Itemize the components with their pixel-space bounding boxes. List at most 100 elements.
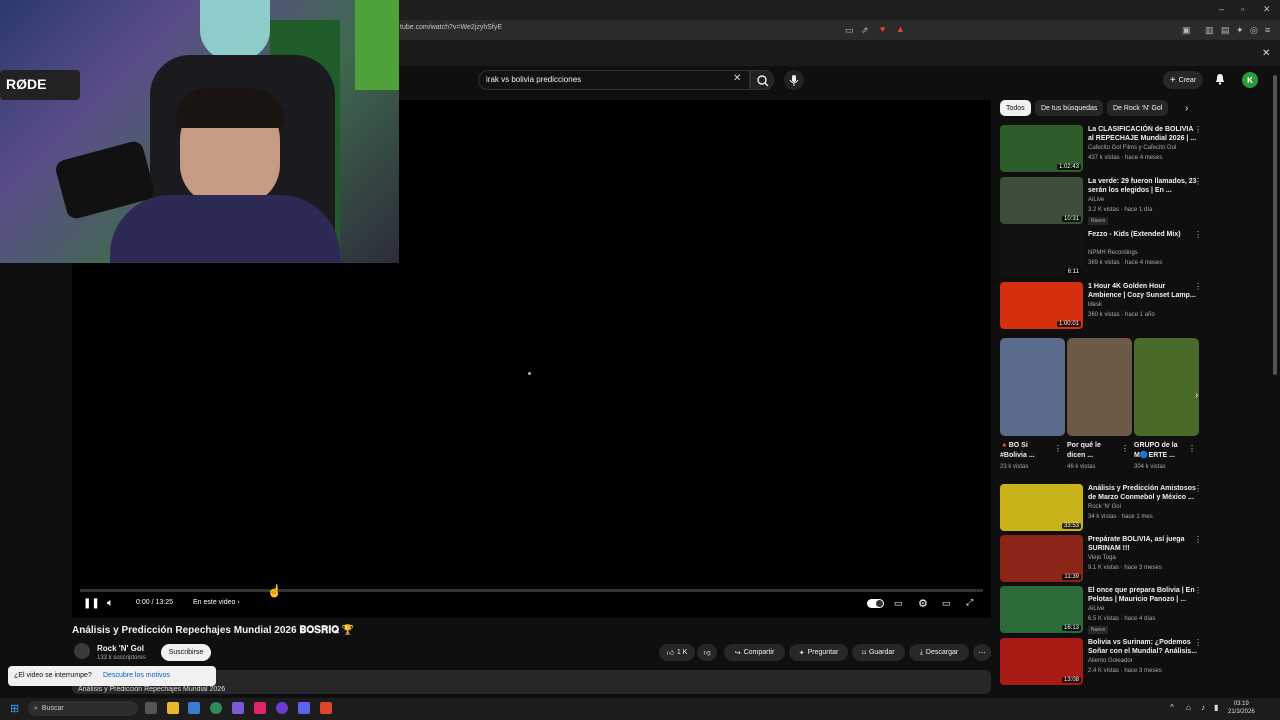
more-options-icon[interactable]: ⋮: [1194, 484, 1202, 493]
volume-button[interactable]: 🔈︎: [107, 597, 114, 610]
avatar[interactable]: K: [1242, 72, 1258, 88]
url-text[interactable]: tube.com/watch?v=We2jzyhSfyE: [400, 24, 502, 31]
brave-icon[interactable]: [320, 702, 332, 714]
recommendation-channel[interactable]: NPMH Recordings: [1088, 250, 1138, 256]
video-thumbnail[interactable]: 1:00:01: [1000, 282, 1083, 329]
chip-searches[interactable]: De tus búsquedas: [1035, 100, 1104, 116]
recommendation-channel[interactable]: AiLive: [1088, 197, 1104, 203]
more-options-icon[interactable]: ⋮: [1194, 125, 1202, 134]
progress-bar[interactable]: [80, 589, 983, 592]
more-actions-button[interactable]: ⋯: [973, 644, 991, 661]
video-thumbnail[interactable]: 6:11: [1000, 230, 1083, 277]
download-button[interactable]: ⤓ Descargar: [909, 644, 969, 661]
notifications-bell-icon[interactable]: [1214, 73, 1226, 88]
clear-search-icon[interactable]: ✕: [733, 73, 741, 84]
dislike-button[interactable]: 👎︎: [697, 644, 717, 661]
ask-button[interactable]: ✦ Preguntar: [789, 644, 848, 661]
recommendation-title[interactable]: Bolivia vs Surinam: ¿Podemos Soñar con e…: [1088, 638, 1198, 656]
more-options-icon[interactable]: ⋮: [1194, 638, 1202, 647]
video-thumbnail[interactable]: 11:39: [1000, 535, 1083, 582]
tiktok-icon[interactable]: [254, 702, 266, 714]
more-options-icon[interactable]: ⋮: [1194, 535, 1202, 544]
subscribe-button[interactable]: Suscribirse: [161, 644, 211, 661]
clock[interactable]: 03:19 21/3/2026: [1228, 700, 1255, 716]
more-options-icon[interactable]: ⋮: [1194, 282, 1202, 291]
chapter-button[interactable]: En este video ›: [193, 599, 240, 606]
menu-icon[interactable]: ≡: [1265, 25, 1270, 35]
video-thumbnail[interactable]: 13:08: [1000, 638, 1083, 685]
search-input[interactable]: irak vs bolivia predicciones: [486, 75, 581, 84]
discord-icon[interactable]: [298, 702, 310, 714]
recommendation-title[interactable]: El once que prepara Bolivia | En Pelotas…: [1088, 586, 1198, 604]
video-thumbnail[interactable]: 33:53: [1000, 484, 1083, 531]
recommendation-title[interactable]: Prepárate BOLIVIA, así juega SURINAM !!!: [1088, 535, 1198, 553]
tabs-icon[interactable]: ▥: [1205, 25, 1214, 36]
leo-icon[interactable]: ◎: [1250, 25, 1258, 36]
more-options-icon[interactable]: ⋮: [1194, 230, 1202, 239]
battery-icon[interactable]: ▮: [1214, 703, 1218, 712]
maximize-icon[interactable]: ▫: [1241, 4, 1244, 14]
video-thumbnail[interactable]: 1:02:43: [1000, 125, 1083, 172]
network-icon[interactable]: ⌂: [1186, 703, 1191, 712]
share-icon[interactable]: ⇗: [861, 25, 869, 36]
store-icon[interactable]: [188, 702, 200, 714]
recommendation-title[interactable]: Fezzo - Kids (Extended Mix): [1088, 230, 1198, 239]
short-title[interactable]: 🔺BO Si #Bolivia ...: [1000, 441, 1050, 461]
theater-mode-icon[interactable]: ▭: [942, 598, 951, 609]
recommendation-channel[interactable]: AiLive: [1088, 606, 1104, 612]
page-scrollbar[interactable]: [1273, 75, 1277, 375]
minimize-icon[interactable]: –: [1219, 4, 1224, 14]
recommendation-channel[interactable]: ldesk: [1088, 302, 1102, 308]
video-thumbnail[interactable]: 16:13: [1000, 586, 1083, 633]
wallet-icon[interactable]: ▤: [1221, 25, 1230, 36]
create-button[interactable]: + Crear: [1163, 71, 1203, 89]
interrupt-link[interactable]: Descubre los motivos: [103, 672, 170, 679]
share-button[interactable]: ↪ Compartir: [724, 644, 785, 661]
short-more-icon[interactable]: ⋮: [1054, 444, 1062, 453]
pause-button[interactable]: ❚❚: [83, 598, 100, 609]
install-app-icon[interactable]: ▭: [845, 25, 854, 36]
settings-gear-icon[interactable]: ⚙: [918, 597, 928, 610]
recommendation-title[interactable]: La verde: 29 fueron llamados, 23 serán l…: [1088, 177, 1198, 195]
recommendation-channel[interactable]: Rock 'N' Gol: [1088, 504, 1121, 510]
short-more-icon[interactable]: ⋮: [1121, 444, 1129, 453]
channel-avatar[interactable]: [74, 643, 90, 659]
shorts-next-icon[interactable]: ›: [1195, 390, 1198, 401]
edge-icon[interactable]: [210, 702, 222, 714]
chip-channel[interactable]: De Rock 'N' Gol: [1107, 100, 1169, 116]
save-button[interactable]: ⌑ Guardar: [852, 644, 905, 661]
rewards-icon[interactable]: ▲: [896, 24, 905, 34]
short-title[interactable]: Por qué le dicen ...: [1067, 441, 1117, 461]
voice-search-button[interactable]: [784, 70, 804, 90]
search-button[interactable]: [750, 70, 774, 90]
task-view-icon[interactable]: [145, 702, 157, 714]
subtitles-icon[interactable]: ▭: [894, 598, 903, 609]
short-thumb[interactable]: [1067, 338, 1132, 436]
obs-icon[interactable]: [276, 702, 288, 714]
windows-start-icon[interactable]: ⊞: [10, 702, 19, 715]
chips-next-icon[interactable]: ›: [1185, 103, 1188, 114]
recommendation-channel[interactable]: Cafecito Gol Films y Cafecito Gol: [1088, 145, 1176, 151]
fullscreen-icon[interactable]: ⤢: [966, 597, 973, 608]
brave-shield-icon[interactable]: ♥: [880, 24, 885, 34]
sidebar-icon[interactable]: ▣: [1182, 25, 1191, 36]
like-button[interactable]: 👍︎ 1 K: [659, 644, 695, 661]
more-options-icon[interactable]: ⋮: [1194, 177, 1202, 186]
file-explorer-icon[interactable]: [167, 702, 179, 714]
short-thumb[interactable]: [1000, 338, 1065, 436]
tray-chevron-icon[interactable]: ^: [1170, 703, 1174, 712]
recommendation-channel[interactable]: Aliento Goleador: [1088, 658, 1133, 664]
short-thumb[interactable]: [1134, 338, 1199, 436]
app-icon[interactable]: [232, 702, 244, 714]
recommendation-channel[interactable]: Viejo Toga: [1088, 555, 1116, 561]
short-title[interactable]: GRUPO de la M🔵ERTE ...: [1134, 441, 1184, 461]
recommendation-title[interactable]: 1 Hour 4K Golden Hour Ambience | Cozy Su…: [1088, 282, 1198, 300]
close-window-icon[interactable]: ✕: [1263, 4, 1271, 15]
video-thumbnail[interactable]: 10:31: [1000, 177, 1083, 224]
more-options-icon[interactable]: ⋮: [1194, 586, 1202, 595]
extensions-icon[interactable]: ✦: [1236, 25, 1244, 36]
autoplay-toggle[interactable]: [867, 599, 884, 608]
recommendation-title[interactable]: La CLASIFICACIÓN de BOLIVIA al REPECHAJE…: [1088, 125, 1198, 143]
recommendation-title[interactable]: Análisis y Predicción Amistosos de Marzo…: [1088, 484, 1198, 502]
chip-all[interactable]: Todos: [1000, 100, 1031, 116]
